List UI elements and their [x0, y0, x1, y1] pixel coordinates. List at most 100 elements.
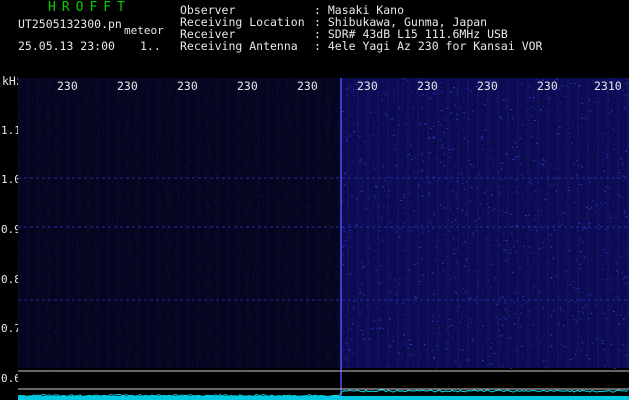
noise-speck: [175, 157, 177, 159]
noise-speck: [615, 314, 618, 316]
noise-speck: [329, 151, 331, 153]
noise-speck: [68, 123, 70, 125]
noise-speck: [462, 232, 465, 234]
noise-speck: [378, 206, 380, 208]
noise-speck: [190, 306, 192, 308]
noise-speck: [138, 234, 140, 236]
noise-speck: [563, 212, 566, 214]
noise-speck: [93, 146, 94, 148]
noise-speck: [154, 94, 156, 96]
noise-speck: [224, 202, 225, 204]
noise-speck: [403, 78, 405, 80]
noise-speck: [581, 307, 584, 309]
noise-speck: [294, 324, 295, 326]
noise-speck: [346, 359, 348, 361]
noise-speck: [349, 161, 351, 163]
noise-speck: [210, 268, 212, 270]
noise-speck: [149, 139, 151, 141]
noise-speck: [553, 224, 555, 226]
noise-speck: [368, 146, 370, 148]
noise-speck: [299, 290, 301, 292]
noise-speck: [216, 278, 218, 279]
noise-speck: [229, 178, 231, 180]
noise-speck: [199, 207, 201, 209]
noise-speck: [601, 205, 603, 206]
noise-speck: [413, 170, 416, 172]
noise-speck: [170, 242, 172, 244]
noise-speck: [485, 238, 487, 240]
noise-speck: [116, 202, 118, 204]
noise-speck: [540, 210, 542, 212]
noise-speck: [490, 263, 492, 265]
noise-speck: [495, 240, 497, 242]
noise-speck: [170, 239, 172, 241]
noise-speck: [578, 222, 580, 224]
noise-speck: [414, 224, 417, 226]
noise-speck: [534, 107, 536, 109]
noise-speck: [575, 287, 578, 289]
noise-speck: [580, 184, 582, 185]
noise-speck: [143, 343, 145, 345]
noise-speck: [282, 232, 284, 234]
noise-speck: [192, 131, 194, 133]
noise-speck: [363, 181, 365, 183]
noise-speck: [51, 204, 53, 206]
noise-speck: [360, 158, 362, 160]
noise-speck: [245, 105, 247, 107]
noise-speck: [302, 115, 304, 117]
noise-speck: [170, 91, 172, 93]
noise-speck: [108, 270, 110, 272]
noise-speck: [109, 356, 111, 358]
noise-speck: [195, 291, 197, 293]
noise-speck: [232, 168, 234, 170]
noise-speck: [201, 162, 203, 164]
noise-speck: [535, 230, 538, 231]
noise-speck: [204, 167, 206, 169]
noise-speck: [259, 196, 261, 198]
noise-speck: [224, 249, 226, 251]
noise-speck: [266, 174, 268, 175]
noise-speck: [220, 178, 222, 180]
noise-speck: [505, 211, 507, 213]
noise-speck: [144, 327, 146, 329]
noise-speck: [328, 141, 330, 143]
noise-speck: [611, 110, 613, 112]
noise-speck: [435, 93, 438, 95]
noise-speck: [71, 288, 73, 290]
noise-speck: [178, 242, 180, 244]
noise-speck: [315, 321, 317, 323]
noise-speck: [152, 185, 154, 187]
noise-speck: [513, 301, 516, 303]
noise-speck: [114, 149, 116, 151]
noise-speck: [141, 258, 143, 260]
noise-speck: [332, 267, 334, 269]
noise-speck: [332, 88, 334, 90]
noise-speck: [78, 174, 80, 176]
noise-speck: [602, 268, 604, 270]
noise-speck: [85, 333, 87, 335]
noise-speck: [259, 188, 261, 190]
noise-speck: [490, 150, 492, 152]
noise-speck: [252, 212, 254, 214]
noise-speck: [393, 98, 395, 100]
noise-speck: [153, 351, 155, 353]
noise-speck: [155, 281, 157, 283]
noise-speck: [102, 179, 104, 181]
noise-speck: [530, 183, 533, 185]
noise-speck: [190, 358, 192, 360]
noise-speck: [539, 341, 541, 343]
noise-speck: [40, 226, 42, 227]
noise-speck: [142, 310, 144, 312]
noise-speck: [243, 326, 245, 328]
noise-speck: [202, 206, 203, 208]
noise-speck: [404, 314, 406, 316]
noise-speck: [545, 158, 547, 159]
noise-speck: [244, 205, 246, 207]
noise-speck: [524, 249, 527, 251]
noise-speck: [252, 171, 254, 173]
noise-speck: [583, 205, 586, 206]
noise-speck: [46, 118, 47, 120]
noise-speck: [494, 243, 496, 245]
noise-speck: [498, 171, 500, 173]
noise-speck: [171, 205, 173, 207]
